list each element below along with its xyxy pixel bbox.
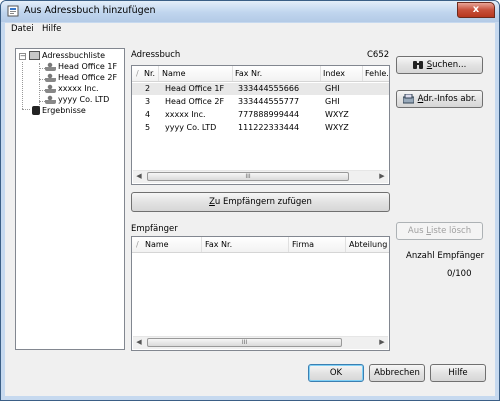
scroll-left-icon[interactable]: ◀	[133, 171, 145, 182]
scroll-right-icon[interactable]: ▶	[376, 171, 388, 182]
results-icon	[32, 106, 40, 115]
device-model-label: C652	[367, 50, 390, 60]
column-fax[interactable]: Fax Nr.	[205, 240, 232, 249]
menu-datei[interactable]: Datei	[11, 24, 34, 34]
tree-node-xxxxx-inc[interactable]: xxxxx Inc.	[45, 84, 99, 93]
column-name[interactable]: Name	[145, 240, 169, 249]
tree-node-yyyy-co-ltd[interactable]: yyyy Co. LTD	[45, 95, 109, 104]
cancel-button[interactable]: Abbrechen	[369, 364, 425, 382]
column-index[interactable]: Index	[323, 69, 345, 78]
addressbook-tree[interactable]: − Adressbuchliste Head Office 1F Head Of…	[15, 48, 125, 350]
column-separator	[232, 66, 233, 81]
addressbook-label: Adressbuch	[131, 50, 181, 60]
recipients-hscrollbar[interactable]: ◀ III ▶	[133, 336, 388, 349]
column-separator	[158, 66, 159, 81]
column-separator	[288, 237, 289, 252]
table-row[interactable]: 4 xxxxx Inc. 777888999444 WXYZ	[132, 109, 389, 121]
close-icon: x	[472, 4, 480, 15]
scroll-thumb[interactable]: III	[147, 172, 349, 181]
column-separator	[345, 237, 346, 252]
recipients-header: / Name Fax Nr. Firma Abteilung	[132, 237, 389, 253]
app-icon	[7, 5, 19, 17]
recipient-count-value: 0/100	[447, 269, 472, 279]
person-icon	[45, 95, 56, 104]
column-resize-grip: /	[136, 240, 139, 249]
menu-bar: Datei Hilfe	[5, 23, 495, 37]
addressbook-hscrollbar[interactable]: ◀ III ▶	[133, 170, 388, 183]
help-button[interactable]: Hilfe	[430, 364, 486, 382]
tree-node-head-office-1f[interactable]: Head Office 1F	[45, 62, 117, 71]
search-button[interactable]: Suchen...	[396, 56, 483, 74]
person-icon	[45, 84, 56, 93]
ok-button[interactable]: OK	[308, 364, 364, 382]
remove-from-list-button[interactable]: Aus Liste lösch	[396, 222, 483, 240]
column-nr[interactable]: Nr.	[144, 69, 155, 78]
column-separator	[362, 66, 363, 81]
addressbook-icon	[29, 51, 40, 60]
tree-line	[39, 63, 40, 109]
add-to-recipients-button[interactable]: Zu Empfängern zufügen	[131, 192, 390, 212]
addr-info-button[interactable]: Adr.-Infos abr.	[396, 90, 483, 108]
window-title: Aus Adressbuch hinzufügen	[24, 5, 156, 16]
column-separator	[320, 66, 321, 81]
collapse-toggle[interactable]: −	[19, 53, 26, 60]
column-company[interactable]: Firma	[292, 240, 314, 249]
column-name[interactable]: Name	[162, 69, 186, 78]
recipients-list[interactable]: / Name Fax Nr. Firma Abteilung ◀ III ▶	[131, 236, 390, 351]
column-separator	[201, 237, 202, 252]
scroll-thumb[interactable]: III	[147, 338, 342, 347]
column-department[interactable]: Abteilung	[349, 240, 387, 249]
tree-line	[22, 109, 30, 110]
binoculars-icon	[412, 60, 423, 69]
column-fax[interactable]: Fax Nr.	[235, 69, 262, 78]
table-row[interactable]: 3 Head Office 2F 333444555777 GHI	[132, 96, 389, 108]
scroll-right-icon[interactable]: ▶	[376, 337, 388, 348]
column-error[interactable]: Fehle.	[365, 69, 389, 78]
person-icon	[45, 62, 56, 71]
tree-line	[22, 62, 23, 109]
tree-node-results[interactable]: Ergebnisse	[32, 106, 86, 115]
device-info-icon	[402, 93, 414, 103]
person-icon	[45, 73, 56, 82]
dialog-client: − Adressbuchliste Head Office 1F Head Of…	[5, 37, 495, 396]
title-bar[interactable]: Aus Adressbuch hinzufügen x	[1, 1, 499, 22]
addressbook-header: / Nr. Name Fax Nr. Index Fehle.	[132, 66, 389, 82]
close-button[interactable]: x	[457, 2, 495, 18]
tree-node-root[interactable]: Adressbuchliste	[29, 51, 105, 60]
menu-hilfe[interactable]: Hilfe	[42, 24, 61, 34]
column-resize-grip: /	[136, 69, 139, 78]
dialog-window: Aus Adressbuch hinzufügen x Datei Hilfe …	[0, 0, 500, 401]
table-row[interactable]: 2 Head Office 1F 333444555666 GHI	[132, 83, 389, 95]
table-row[interactable]: 5 yyyy Co. LTD 111222333444 WXYZ	[132, 122, 389, 134]
addressbook-list[interactable]: / Nr. Name Fax Nr. Index Fehle. 2 Head O…	[131, 65, 390, 185]
recipients-label: Empfänger	[131, 224, 178, 234]
tree-node-head-office-2f[interactable]: Head Office 2F	[45, 73, 117, 82]
recipient-count-label: Anzahl Empfänger	[406, 251, 485, 261]
scroll-left-icon[interactable]: ◀	[133, 337, 145, 348]
